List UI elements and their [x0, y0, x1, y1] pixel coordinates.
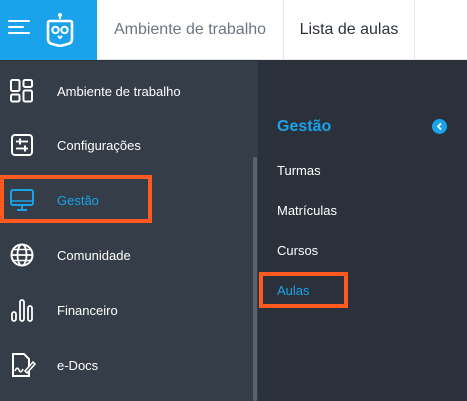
sidebar-item-financeiro[interactable]: Financeiro: [0, 284, 252, 336]
highlight-aulas: [259, 272, 348, 308]
sidebar-item-label: Configurações: [57, 137, 141, 153]
sidebar-item-label: e-Docs: [57, 357, 99, 373]
sidebar-item-comunidade[interactable]: Comunidade: [0, 229, 252, 281]
sidebar-item-label: Financeiro: [57, 302, 118, 318]
sidebar-scrollbar[interactable]: [253, 157, 257, 401]
submenu-item-cursos[interactable]: Cursos: [277, 243, 318, 258]
sidebar-item-ambiente-de-trabalho[interactable]: Ambiente de trabalho: [0, 65, 252, 117]
globe-icon: [10, 243, 34, 267]
hamburger-menu-icon[interactable]: [8, 16, 34, 38]
sidebar-item-label: Ambiente de trabalho: [57, 83, 181, 99]
brand-area: [0, 0, 97, 60]
tab-ambiente-de-trabalho[interactable]: Ambiente de trabalho: [97, 0, 283, 60]
tab-lista-de-aulas[interactable]: Lista de aulas: [283, 0, 415, 60]
sidebar-item-configuracoes[interactable]: Configurações: [0, 119, 252, 171]
owl-logo-icon: [46, 13, 74, 47]
dashboard-grid-icon: [10, 79, 33, 103]
submenu-title: Gestão: [277, 118, 332, 135]
submenu-item-turmas[interactable]: Turmas: [277, 163, 321, 178]
sliders-icon: [11, 134, 33, 156]
submenu-item-matriculas[interactable]: Matrículas: [277, 203, 337, 218]
top-bar: Ambiente de trabalho Lista de aulas: [0, 0, 467, 60]
collapse-submenu-button[interactable]: [432, 119, 447, 134]
sidebar-item-label: Comunidade: [57, 247, 131, 263]
chevron-left-icon: [436, 122, 442, 131]
bar-chart-icon: [11, 299, 33, 322]
submenu-panel: Gestão Turmas Matrículas Cursos Aulas: [258, 61, 467, 401]
highlight-gestao: [0, 175, 152, 223]
document-signature-icon: [12, 353, 36, 377]
sidebar: Ambiente de trabalho Configurações Gestã…: [0, 61, 258, 401]
sidebar-item-e-docs[interactable]: e-Docs: [0, 339, 252, 391]
